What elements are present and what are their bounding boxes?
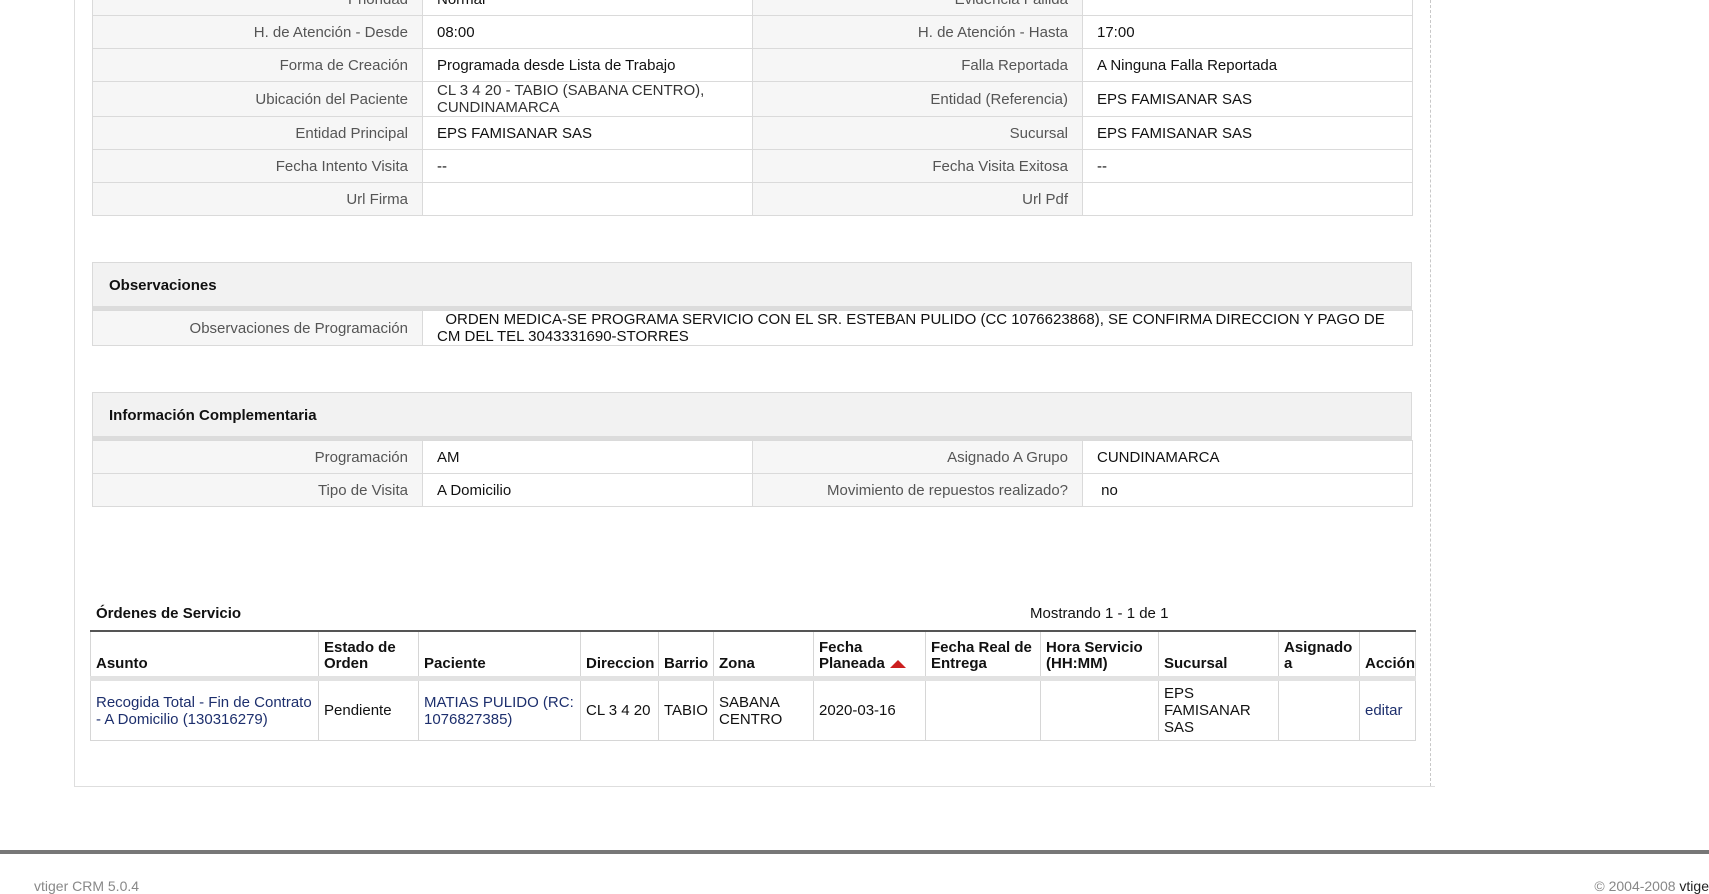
- field-value: AM: [422, 440, 753, 474]
- detail-row: Entidad Principal EPS FAMISANAR SAS Sucu…: [92, 116, 1413, 150]
- field-value: CUNDINAMARCA: [1082, 440, 1413, 474]
- field-value: ORDEN MEDICA-SE PROGRAMA SERVICIO CON EL…: [422, 310, 1413, 346]
- detail-row: Url Firma Url Pdf: [92, 182, 1413, 216]
- table-cell-estado: Pendiente: [318, 678, 419, 741]
- table-cell-direccion: CL 3 4 20: [580, 678, 659, 741]
- complementaria-table: Programación AM Asignado A Grupo CUNDINA…: [92, 440, 1413, 507]
- table-cell-barrio: TABIO: [658, 678, 714, 741]
- right-panel-divider: [1430, 0, 1431, 786]
- column-header-sucursal[interactable]: Sucursal: [1158, 630, 1279, 681]
- section-title: Información Complementaria: [109, 407, 317, 424]
- detail-row: Prioridad Normal Evidencia Fallida: [92, 0, 1413, 16]
- column-header-paciente[interactable]: Paciente: [418, 630, 581, 681]
- related-list-title: Órdenes de Servicio: [96, 605, 242, 622]
- field-value: EPS FAMISANAR SAS: [1082, 81, 1413, 117]
- field-label: Asignado A Grupo: [752, 440, 1083, 474]
- field-label: Entidad (Referencia): [752, 81, 1083, 117]
- footer-version: vtiger CRM 5.0.4: [34, 878, 140, 894]
- vtiger-link[interactable]: vtige: [1679, 878, 1709, 894]
- edit-link[interactable]: editar: [1359, 678, 1416, 741]
- field-label: Programación: [92, 440, 423, 474]
- field-label: Entidad Principal: [92, 116, 423, 150]
- field-label: H. de Atención - Desde: [92, 15, 423, 49]
- table-header-row: Asunto Estado de Orden Paciente Direccio…: [90, 630, 1416, 681]
- field-label: Evidencia Fallida: [752, 0, 1083, 16]
- column-header-direccion[interactable]: Direccion: [580, 630, 659, 681]
- column-header-fecha-real[interactable]: Fecha Real de Entrega: [925, 630, 1041, 681]
- ordenes-table: Asunto Estado de Orden Paciente Direccio…: [90, 630, 1416, 741]
- detail-row: Ubicación del Paciente CL 3 4 20 - TABIO…: [92, 81, 1413, 117]
- detail-row: Fecha Intento Visita -- Fecha Visita Exi…: [92, 149, 1413, 183]
- field-value: [422, 182, 753, 216]
- field-label: Url Firma: [92, 182, 423, 216]
- paciente-link[interactable]: MATIAS PULIDO (RC: 1076827385): [418, 678, 581, 741]
- main-info-table: Prioridad Normal Evidencia Fallida H. de…: [92, 0, 1413, 216]
- column-header-hora-servicio[interactable]: Hora Servicio (HH:MM): [1040, 630, 1159, 681]
- field-label: Forma de Creación: [92, 48, 423, 82]
- field-value: 08:00: [422, 15, 753, 49]
- column-header-accion: Acción: [1359, 630, 1416, 681]
- field-label: Ubicación del Paciente: [92, 81, 423, 117]
- observaciones-header: Observaciones: [92, 262, 1412, 310]
- detail-row: Tipo de Visita A Domicilio Movimiento de…: [92, 473, 1413, 507]
- column-header-zona[interactable]: Zona: [713, 630, 814, 681]
- table-cell-asignado: [1278, 678, 1360, 741]
- field-value: Normal: [422, 0, 753, 16]
- field-label: Falla Reportada: [752, 48, 1083, 82]
- table-cell-zona: SABANA CENTRO: [713, 678, 814, 741]
- column-header-barrio[interactable]: Barrio: [658, 630, 714, 681]
- field-label: Tipo de Visita: [92, 473, 423, 507]
- column-header-asignado[interactable]: Asignado a: [1278, 630, 1360, 681]
- detail-row: Forma de Creación Programada desde Lista…: [92, 48, 1413, 82]
- footer-copyright: © 2004-2008 vtige: [1594, 878, 1709, 894]
- table-row: Recogida Total - Fin de Contrato - A Dom…: [90, 678, 1416, 741]
- field-label: Url Pdf: [752, 182, 1083, 216]
- detail-row: Programación AM Asignado A Grupo CUNDINA…: [92, 440, 1413, 474]
- field-value: Programada desde Lista de Trabajo: [422, 48, 753, 82]
- field-label: H. de Atención - Hasta: [752, 15, 1083, 49]
- column-header-estado[interactable]: Estado de Orden: [318, 630, 419, 681]
- complementaria-header: Información Complementaria: [92, 392, 1412, 440]
- field-label: Observaciones de Programación: [92, 310, 423, 346]
- column-header-fecha-planeada[interactable]: Fecha Planeada: [813, 630, 926, 681]
- field-value: [1082, 0, 1413, 16]
- table-cell-hora-servicio: [1040, 678, 1159, 741]
- field-label: Movimiento de repuestos realizado?: [752, 473, 1083, 507]
- field-label: Prioridad: [92, 0, 423, 16]
- table-cell-fecha-planeada: 2020-03-16: [813, 678, 926, 741]
- field-label: Fecha Intento Visita: [92, 149, 423, 183]
- copyright-text: © 2004-2008: [1594, 878, 1680, 894]
- footer-divider: [0, 850, 1709, 854]
- table-cell-sucursal: EPS FAMISANAR SAS: [1158, 678, 1279, 741]
- field-value: 17:00: [1082, 15, 1413, 49]
- detail-row: H. de Atención - Desde 08:00 H. de Atenc…: [92, 15, 1413, 49]
- detail-row: Observaciones de Programación ORDEN MEDI…: [92, 310, 1413, 346]
- column-header-asunto[interactable]: Asunto: [90, 630, 319, 681]
- section-title: Observaciones: [109, 277, 217, 294]
- field-value: --: [1082, 149, 1413, 183]
- field-value: EPS FAMISANAR SAS: [1082, 116, 1413, 150]
- field-value: EPS FAMISANAR SAS: [422, 116, 753, 150]
- field-label: Sucursal: [752, 116, 1083, 150]
- field-value: A Domicilio: [422, 473, 753, 507]
- field-value: --: [422, 149, 753, 183]
- sort-ascending-icon: [889, 660, 906, 669]
- column-header-label: Fecha Planeada: [819, 639, 885, 672]
- table-cell-fecha-real: [925, 678, 1041, 741]
- field-value: CL 3 4 20 - TABIO (SABANA CENTRO), CUNDI…: [422, 81, 753, 117]
- field-label: Fecha Visita Exitosa: [752, 149, 1083, 183]
- field-value: no: [1082, 473, 1413, 507]
- record-count: Mostrando 1 - 1 de 1: [1030, 605, 1169, 622]
- observaciones-table: Observaciones de Programación ORDEN MEDI…: [92, 310, 1413, 346]
- field-value: [1082, 182, 1413, 216]
- field-value: A Ninguna Falla Reportada: [1082, 48, 1413, 82]
- asunto-link[interactable]: Recogida Total - Fin de Contrato - A Dom…: [90, 678, 319, 741]
